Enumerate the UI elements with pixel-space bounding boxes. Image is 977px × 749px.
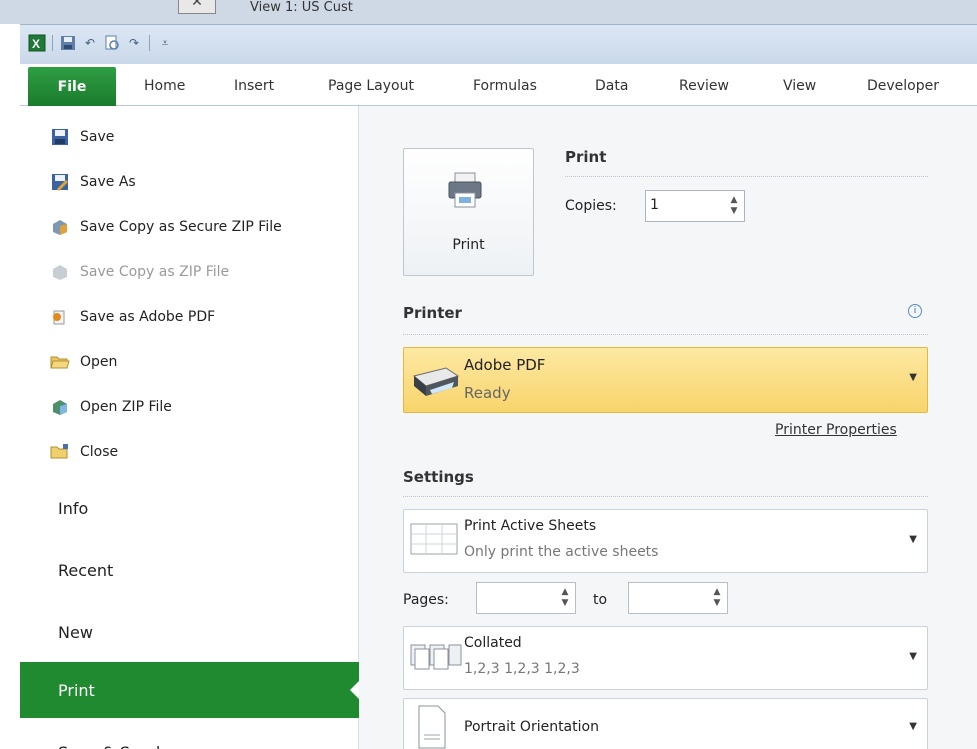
background-window-strip: ✕ View 1: US Cust [0,0,977,24]
nav-save-send[interactable]: Save & Send [40,724,359,749]
pages-from-spinner[interactable]: ▲ ▼ [559,587,571,611]
nav-new[interactable]: New [40,604,359,660]
collated-icon [410,644,462,670]
tab-developer[interactable]: Developer [867,78,939,94]
customize-icon[interactable]: ⩡ [156,34,174,52]
ribbon-tab-row: File Home Insert Page Layout Formulas Da… [20,64,977,106]
background-window-title: View 1: US Cust [250,0,353,15]
open-folder-icon [50,352,70,372]
save-secure-zip-command-label: Save Copy as Secure ZIP File [80,219,282,235]
divider [403,334,928,335]
copies-input[interactable]: 1 ▲ ▼ [645,190,745,222]
backstage-nav: Save Save As Save Copy as Secure ZIP Fil… [20,106,360,749]
orientation-title: Portrait Orientation [464,719,599,735]
save-as-command-label: Save As [80,174,136,190]
copies-label: Copies: [565,198,617,214]
undo-icon[interactable]: ↶ [81,34,99,52]
close-folder-icon [50,442,70,462]
save-as-icon [50,172,70,192]
nav-recent[interactable]: Recent [40,542,359,598]
portrait-page-icon [418,705,446,749]
save-adobe-pdf-command[interactable]: Save as Adobe PDF [50,302,215,332]
printer-dropdown[interactable]: Adobe PDF Ready ▼ [403,347,928,413]
tab-home[interactable]: Home [144,78,185,94]
toolbar-separator [149,35,150,51]
printer-properties-link[interactable]: Printer Properties [775,422,897,438]
pages-to-spinner[interactable]: ▲ ▼ [711,587,723,611]
save-command[interactable]: Save [50,122,114,152]
pdf-icon [50,307,70,327]
save-icon[interactable] [59,34,77,52]
pages-from-input[interactable]: ▲ ▼ [476,582,576,614]
tab-page-layout[interactable]: Page Layout [328,78,414,94]
zip-icon [50,262,70,282]
save-as-command[interactable]: Save As [50,167,136,197]
open-zip-command-label: Open ZIP File [80,399,172,415]
print-section-title: Print [565,148,607,166]
svg-text:X: X [32,37,40,51]
tab-review[interactable]: Review [679,78,729,94]
chevron-down-icon: ▼ [909,651,917,662]
close-command[interactable]: Close [50,437,118,467]
settings-section-title: Settings [403,468,474,486]
chevron-down-icon: ▼ [909,721,917,732]
quick-access-toolbar: X ↶ ↷ ⩡ [28,34,174,52]
print-preview-icon[interactable] [103,34,121,52]
tab-file[interactable]: File [28,67,116,106]
tab-formulas[interactable]: Formulas [473,78,537,94]
sheets-icon [410,523,458,555]
print-button-label: Print [452,237,485,253]
secure-zip-icon [50,217,70,237]
excel-icon[interactable]: X [28,34,46,52]
print-what-title: Print Active Sheets [464,518,597,534]
save-secure-zip-command[interactable]: Save Copy as Secure ZIP File [50,212,282,242]
toolbar-separator [52,35,53,51]
pages-to-label: to [593,592,608,608]
save-zip-command-label: Save Copy as ZIP File [80,264,230,280]
open-zip-icon [50,397,70,417]
printer-section-title: Printer [403,304,462,322]
printer-status: Ready [464,384,511,402]
open-command[interactable]: Open [50,347,117,377]
chevron-down-icon: ▼ [909,534,917,545]
collation-title: Collated [464,635,522,651]
pages-label: Pages: [403,592,449,608]
tab-insert[interactable]: Insert [234,78,274,94]
nav-info[interactable]: Info [40,480,359,536]
redo-icon[interactable]: ↷ [125,34,143,52]
printer-device-icon [412,367,460,396]
save-icon [50,127,70,147]
print-pane: Print Print Copies: 1 ▲ ▼ Printer i Adobe… [359,106,977,749]
save-adobe-pdf-command-label: Save as Adobe PDF [80,309,216,325]
print-what-dropdown[interactable]: Print Active Sheets Only print the activ… [403,509,928,573]
save-command-label: Save [80,129,115,145]
open-command-label: Open [80,354,118,370]
tab-data[interactable]: Data [595,78,628,94]
print-what-subtitle: Only print the active sheets [464,544,659,560]
orientation-dropdown[interactable]: Portrait Orientation ▼ [403,698,928,749]
close-command-label: Close [80,444,119,460]
chevron-down-icon: ▼ [909,372,917,383]
collation-subtitle: 1,2,3 1,2,3 1,2,3 [464,661,580,677]
nav-print[interactable]: Print [20,662,360,718]
background-close-icon: ✕ [178,0,216,14]
print-button[interactable]: Print [403,148,534,276]
title-bar: X ↶ ↷ ⩡ [20,24,977,64]
printer-name: Adobe PDF [464,356,546,374]
copies-spinner[interactable]: ▲ ▼ [728,195,740,219]
tab-view[interactable]: View [783,78,816,94]
divider [403,496,928,497]
collation-dropdown[interactable]: Collated 1,2,3 1,2,3 1,2,3 ▼ [403,626,928,690]
info-icon[interactable]: i [908,304,922,318]
open-zip-command[interactable]: Open ZIP File [50,392,172,422]
pages-to-input[interactable]: ▲ ▼ [628,582,728,614]
divider [565,176,928,177]
copies-value: 1 [650,197,659,213]
printer-icon [448,172,482,208]
save-zip-command: Save Copy as ZIP File [50,257,229,287]
